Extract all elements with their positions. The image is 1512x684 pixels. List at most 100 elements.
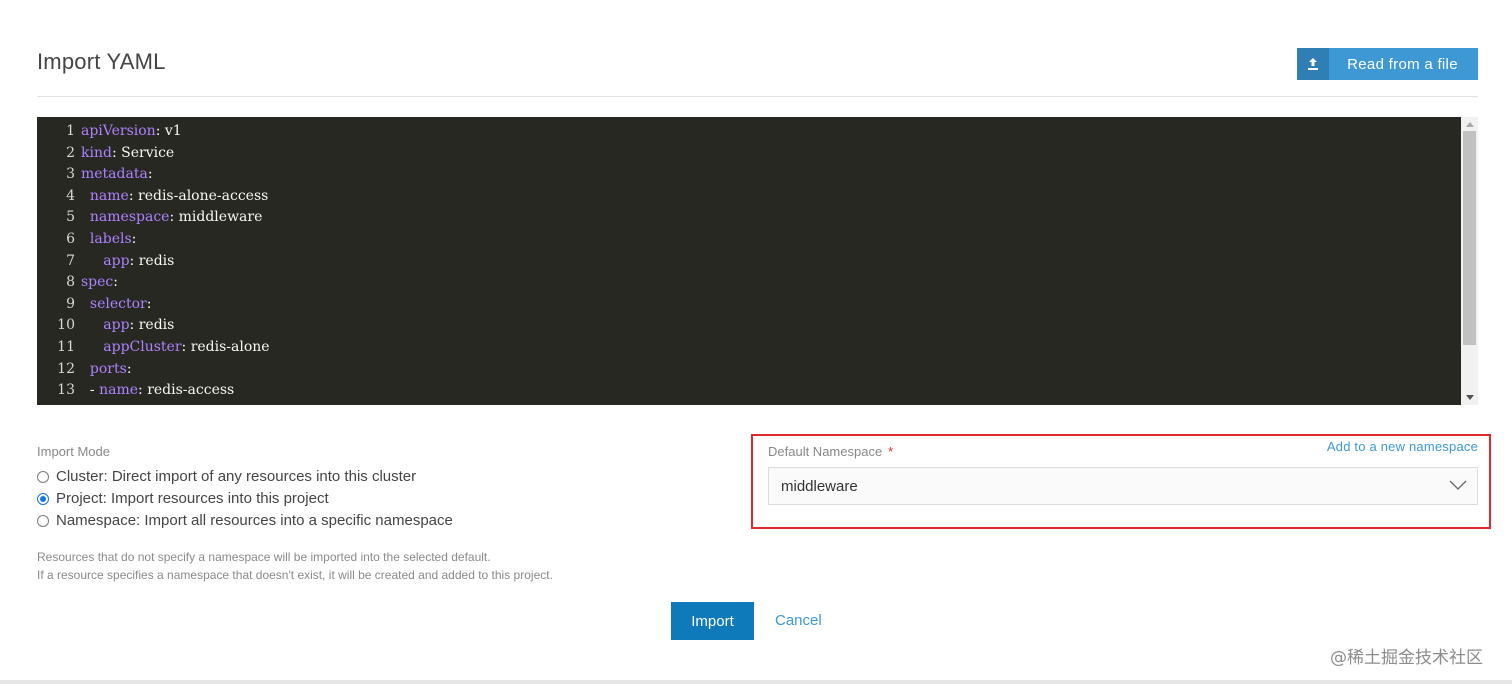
radio-namespace-label: Namespace: Import all resources into a s… [56, 512, 453, 529]
code-line[interactable]: 12 ports: [37, 359, 132, 381]
bottom-border [0, 680, 1512, 684]
page-title: Import YAML [37, 49, 166, 74]
scroll-down-arrow-icon[interactable] [1461, 391, 1478, 405]
yaml-key: labels [89, 231, 132, 247]
yaml-value: redis-access [147, 382, 235, 399]
line-number: 10 [57, 317, 75, 334]
default-namespace-label: Default Namespace * [768, 444, 893, 459]
yaml-key: namespace [89, 209, 170, 226]
read-from-file-button[interactable]: Read from a file [1297, 48, 1478, 80]
code-line[interactable]: 6 labels: [37, 229, 136, 251]
yaml-editor[interactable]: 1 apiVersion: v1 2 kind: Service 3 metadata: 4… [37, 117, 1461, 405]
line-number: 6 [66, 231, 75, 247]
yaml-separator: : [181, 339, 191, 355]
chevron-down-icon [1449, 477, 1467, 495]
yaml-key: appCluster [103, 339, 182, 355]
yaml-value: redis-alone-access [138, 187, 269, 204]
code-line[interactable]: 13 - name: redis-access [37, 380, 234, 402]
code-line[interactable]: 10 app: redis [37, 315, 174, 337]
yaml-key: spec [81, 274, 114, 291]
code-line[interactable]: 1 apiVersion: v1 [37, 121, 182, 143]
line-number: 13 [57, 382, 75, 399]
code-text: ports: [81, 361, 132, 377]
add-new-namespace-link[interactable]: Add to a new namespace [1327, 439, 1478, 454]
line-number: 1 [66, 123, 75, 139]
yaml-key: name [99, 382, 139, 399]
yaml-separator: : [111, 144, 122, 161]
yaml-key: selector [89, 295, 147, 312]
line-number: 7 [66, 252, 75, 269]
scroll-up-arrow-icon[interactable] [1461, 117, 1478, 131]
header-divider [37, 96, 1478, 97]
code-text: namespace: middleware [81, 209, 262, 225]
code-text: app: redis [81, 253, 174, 269]
read-from-file-label: Read from a file [1347, 55, 1458, 73]
namespace-select-value: middleware [781, 477, 858, 495]
code-text: apiVersion: v1 [81, 123, 182, 139]
code-line[interactable]: 3 metadata: [37, 164, 153, 186]
default-namespace-label-text: Default Namespace [768, 444, 883, 459]
yaml-separator: : [146, 295, 152, 312]
yaml-separator: : [138, 382, 148, 399]
yaml-key: metadata [81, 166, 148, 183]
radio-project-label: Project: Import resources into this proj… [56, 490, 329, 507]
code-line[interactable]: 11 appCluster: redis-alone [37, 337, 270, 359]
help-text-line-1: Resources that do not specify a namespac… [37, 550, 491, 564]
line-number: 3 [66, 166, 75, 183]
radio-cluster[interactable] [37, 470, 49, 483]
import-button[interactable]: Import [671, 602, 754, 640]
line-number: 4 [66, 187, 75, 204]
code-line[interactable]: 4 name: redis-alone-access [37, 186, 268, 208]
line-number: 8 [66, 274, 75, 291]
yaml-separator: : [131, 231, 137, 247]
watermark: @稀土掘金技术社区 [1330, 648, 1483, 668]
code-text: name: redis-alone-access [81, 188, 268, 204]
line-number: 2 [66, 144, 75, 161]
code-indent: - [81, 382, 100, 399]
yaml-key: app [103, 317, 130, 334]
line-number: 5 [66, 209, 75, 226]
radio-namespace[interactable] [37, 514, 49, 527]
code-text: selector: [81, 295, 152, 312]
yaml-value: redis-alone [190, 339, 270, 355]
code-line[interactable]: 5 namespace: middleware [37, 207, 262, 229]
code-line[interactable]: 7 app: redis [37, 251, 174, 273]
line-number: 11 [57, 339, 75, 355]
yaml-key: kind [81, 144, 112, 161]
yaml-separator: : [126, 360, 132, 377]
line-number: 12 [57, 360, 75, 377]
code-text: app: redis [81, 317, 174, 333]
yaml-key: name [89, 187, 129, 204]
required-marker: * [888, 444, 894, 459]
editor-scrollbar[interactable] [1461, 117, 1478, 405]
yaml-key: app [103, 252, 130, 269]
code-line[interactable]: 2 kind: Service [37, 143, 174, 165]
code-text: spec: [81, 274, 118, 290]
import-mode-namespace-option[interactable]: Namespace: Import all resources into a s… [37, 512, 453, 529]
scrollbar-thumb[interactable] [1463, 131, 1476, 345]
code-line[interactable]: 9 selector: [37, 294, 151, 316]
help-text-line-2: If a resource specifies a namespace that… [37, 568, 553, 582]
namespace-select[interactable]: middleware [768, 467, 1478, 505]
line-number: 9 [66, 295, 75, 312]
cancel-button[interactable]: Cancel [775, 612, 822, 629]
code-text: labels: [81, 231, 136, 247]
yaml-value: v1 [164, 123, 182, 139]
code-text: - name: redis-access [81, 382, 234, 398]
yaml-separator: : [147, 166, 153, 183]
yaml-separator: : [155, 123, 165, 139]
yaml-value: middleware [178, 209, 263, 226]
import-mode-project-option[interactable]: Project: Import resources into this proj… [37, 490, 329, 507]
yaml-key: ports [89, 360, 127, 377]
yaml-value: redis [138, 252, 175, 269]
import-mode-cluster-option[interactable]: Cluster: Direct import of any resources … [37, 468, 416, 485]
code-line[interactable]: 8 spec: [37, 272, 118, 294]
radio-project[interactable] [37, 492, 49, 505]
